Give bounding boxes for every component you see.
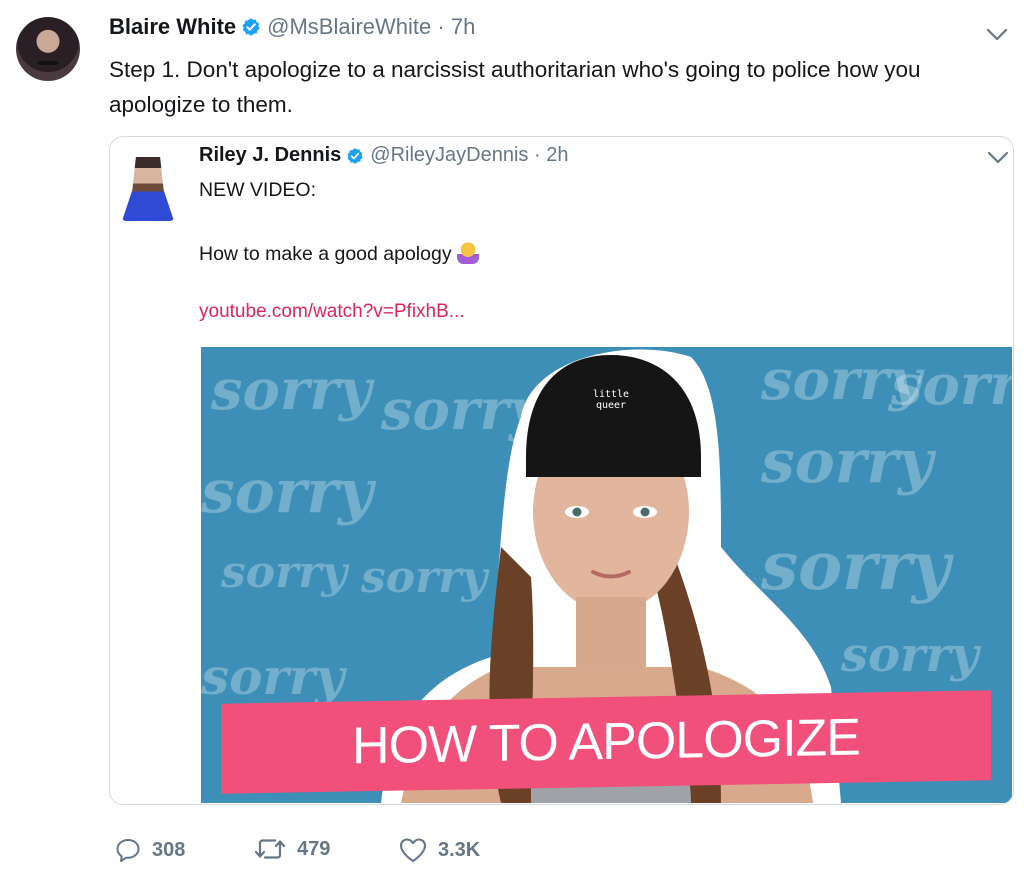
retweet-icon — [254, 839, 286, 859]
quoted-handle-time[interactable]: @RileyJayDennis · 2h — [370, 144, 568, 167]
quoted-author-avatar[interactable] — [122, 150, 174, 221]
quoted-header: Riley J. Dennis @RileyJayDennis · 2h — [199, 144, 568, 167]
thumbnail-title: HOW TO APOLOGIZE — [352, 708, 860, 776]
chevron-down-icon[interactable] — [986, 28, 1008, 42]
tweet-actions: 308 479 3.3K — [0, 836, 1024, 866]
woman-tipping-hand-emoji-icon — [456, 242, 479, 264]
tweet-text: Step 1. Don't apologize to a narcissist … — [109, 57, 927, 117]
beanie-text: little queer — [592, 389, 630, 411]
reply-button[interactable]: 308 — [114, 836, 185, 864]
quoted-tweet[interactable]: Riley J. Dennis @RileyJayDennis · 2h NEW… — [109, 136, 1014, 805]
quoted-author-name[interactable]: Riley J. Dennis — [199, 144, 341, 167]
author-avatar[interactable] — [16, 17, 80, 81]
author-name[interactable]: Blaire White — [109, 14, 236, 40]
like-count: 3.3K — [438, 838, 481, 861]
quoted-text: NEW VIDEO: How to make a good apology — [199, 174, 479, 270]
quoted-text-body: NEW VIDEO: How to make a good apology — [199, 179, 452, 265]
chevron-down-icon[interactable] — [987, 151, 1009, 165]
reply-icon — [116, 839, 140, 862]
youtube-link[interactable]: youtube.com/watch?v=PfixhB... — [199, 301, 465, 323]
heart-icon — [399, 838, 427, 863]
tweet-header: Blaire White @MsBlaireWhite · 7h — [109, 14, 475, 40]
verified-badge-icon — [242, 18, 260, 36]
reply-count: 308 — [152, 838, 186, 861]
retweet-button[interactable]: 479 — [253, 836, 330, 862]
like-button[interactable]: 3.3K — [398, 836, 480, 864]
video-thumbnail[interactable]: sorry sorry sorry sorry sorry sorry sorr… — [201, 347, 1012, 803]
thumbnail-banner: HOW TO APOLOGIZE — [221, 690, 991, 794]
author-handle-time[interactable]: @MsBlaireWhite · 7h — [267, 14, 475, 40]
retweet-count: 479 — [297, 837, 331, 860]
verified-badge-icon — [347, 147, 363, 164]
